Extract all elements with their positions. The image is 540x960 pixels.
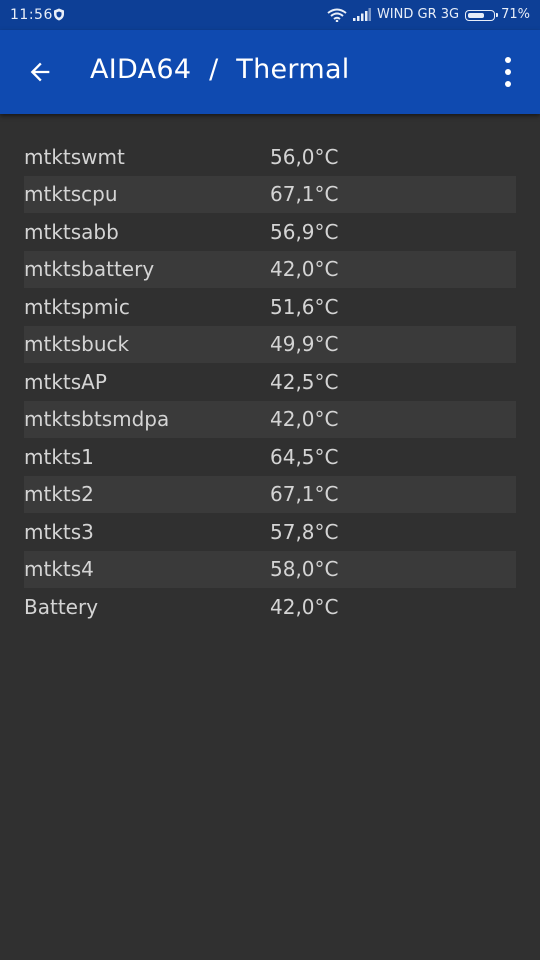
sensor-name: mtkts1 bbox=[24, 444, 94, 469]
sensor-name: Battery bbox=[24, 594, 99, 619]
sensor-row: mtkts3 57,8°C bbox=[24, 513, 516, 551]
sensor-name: mtkts2 bbox=[24, 482, 94, 507]
sensor-name: mtktscpu bbox=[24, 182, 118, 207]
carrier-label: WIND GR 3G bbox=[376, 7, 460, 22]
sensor-row: mtktsbtsmdpa 42,0°C bbox=[24, 400, 516, 438]
status-right-group: WIND GR 3G 71% bbox=[321, 7, 530, 22]
sensor-name: mtktswmt bbox=[24, 144, 125, 169]
arrow-back-icon[interactable] bbox=[26, 58, 54, 86]
sensor-value: 56,0°C bbox=[270, 144, 339, 169]
sensor-name: mtkts4 bbox=[24, 557, 94, 582]
sensor-name: mtktsbattery bbox=[24, 257, 155, 282]
app-bar: AIDA64 / Thermal bbox=[0, 30, 540, 114]
sensor-row: mtktspmic 51,6°C bbox=[24, 288, 516, 326]
sensor-row: mtktsbattery 42,0°C bbox=[24, 250, 516, 288]
sensor-row: mtkts1 64,5°C bbox=[24, 438, 516, 476]
sensor-list: mtktswmt 56,0°C mtktscpu 67,1°C mtktsabb 56,9… bbox=[24, 138, 516, 626]
sensor-value: 57,8°C bbox=[270, 519, 339, 544]
wifi-icon bbox=[327, 8, 347, 22]
sensor-name: mtkts3 bbox=[24, 519, 94, 544]
sensor-row: mtktsabb 56,9°C bbox=[24, 213, 516, 251]
battery-percent: 71% bbox=[501, 7, 530, 22]
sensor-row: Battery 42,0°C bbox=[24, 588, 516, 626]
sensor-value: 49,9°C bbox=[270, 332, 339, 357]
sensor-value: 67,1°C bbox=[270, 182, 339, 207]
sensor-value: 42,5°C bbox=[270, 369, 339, 394]
sensor-name: mtktspmic bbox=[24, 294, 130, 319]
sensor-row: mtktsAP 42,5°C bbox=[24, 363, 516, 401]
sensor-name: mtktsbuck bbox=[24, 332, 130, 357]
sensor-value: 67,1°C bbox=[270, 482, 339, 507]
page-title: AIDA64 / Thermal bbox=[90, 54, 350, 85]
sensor-row: mtkts2 67,1°C bbox=[24, 475, 516, 513]
sensor-row: mtkts4 58,0°C bbox=[24, 550, 516, 588]
sensor-value: 42,0°C bbox=[270, 594, 339, 619]
status-time: 11:56 bbox=[10, 7, 53, 23]
signal-icon bbox=[352, 8, 371, 21]
shield-icon bbox=[54, 8, 64, 21]
sensor-row: mtktsbuck 49,9°C bbox=[24, 325, 516, 363]
battery-icon bbox=[465, 9, 499, 21]
sensor-name: mtktsabb bbox=[24, 219, 119, 244]
sensor-row: mtktswmt 56,0°C bbox=[24, 138, 516, 176]
sensor-name: mtktsAP bbox=[24, 369, 107, 394]
sensor-row: mtktscpu 67,1°C bbox=[24, 175, 516, 213]
sensor-value: 56,9°C bbox=[270, 219, 339, 244]
sensor-value: 42,0°C bbox=[270, 257, 339, 282]
status-bar: 11:56 WIND GR 3G 71% bbox=[0, 0, 540, 30]
more-vert-icon[interactable] bbox=[504, 56, 512, 88]
sensor-name: mtktsbtsmdpa bbox=[24, 407, 170, 432]
sensor-value: 58,0°C bbox=[270, 557, 339, 582]
sensor-value: 64,5°C bbox=[270, 444, 339, 469]
sensor-value: 51,6°C bbox=[270, 294, 339, 319]
sensor-value: 42,0°C bbox=[270, 407, 339, 432]
